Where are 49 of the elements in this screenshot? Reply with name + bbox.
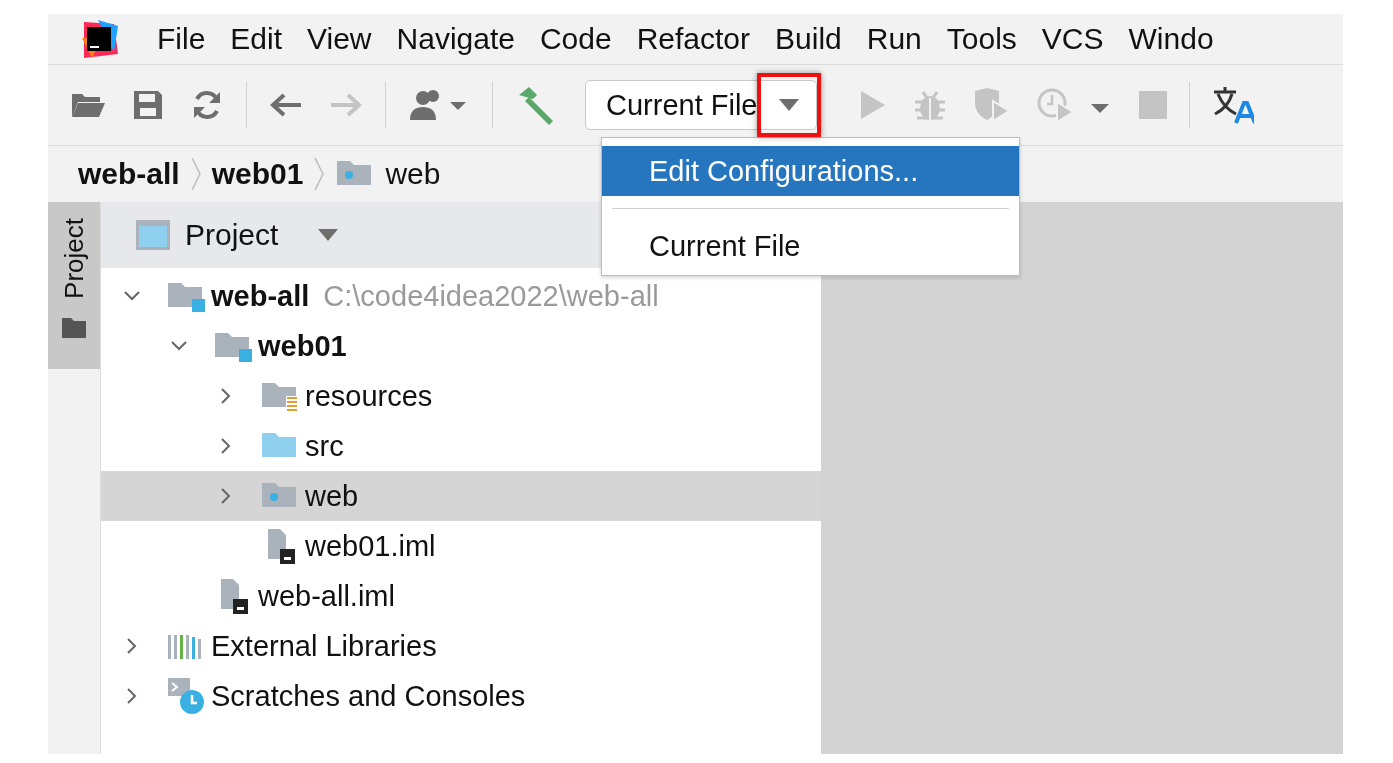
tree-row[interactable]: src <box>101 421 821 471</box>
scratch-clock-icon <box>166 676 206 716</box>
menu-item[interactable]: File <box>157 22 206 56</box>
tree-row[interactable]: web01 <box>101 321 821 371</box>
path-hint: C:\code4idea2022\web-all <box>323 279 659 313</box>
breadcrumb-item[interactable]: web01 <box>211 157 304 191</box>
tree-row[interactable]: web-all.iml <box>101 571 821 621</box>
menu-item[interactable]: Edit Configurations... <box>602 146 1019 196</box>
caret-icon[interactable] <box>318 229 339 241</box>
panel-title[interactable]: Project <box>185 218 279 252</box>
tree-item-label: web01 <box>258 329 347 363</box>
folder-icon <box>61 316 87 339</box>
tree-item-label: External Libraries <box>211 629 437 663</box>
back-arrow-icon[interactable] <box>269 91 303 119</box>
breadcrumb-separator-icon <box>189 156 202 192</box>
tree-row[interactable]: web01.iml <box>101 521 821 571</box>
tree-item-label: resources <box>305 379 433 413</box>
tree-row[interactable]: resources <box>101 371 821 421</box>
breadcrumb-item[interactable]: web <box>385 157 441 191</box>
tree-row[interactable]: External Libraries <box>101 621 821 671</box>
tree-row[interactable]: web-all C:\code4idea2022\web-all <box>101 271 821 321</box>
window-panel-icon <box>135 219 171 251</box>
breadcrumb-item[interactable]: web-all <box>78 157 180 191</box>
menu-item[interactable]: Windo <box>1128 22 1214 56</box>
menu-item[interactable]: View <box>307 22 372 56</box>
tree-row[interactable]: web <box>101 471 821 521</box>
menu-item[interactable]: Current File <box>602 221 1019 271</box>
menu-item[interactable]: VCS <box>1041 22 1104 56</box>
tree-item-label: Scratches and Consoles <box>211 679 526 713</box>
menu-item[interactable]: Code <box>539 22 612 56</box>
tree-row[interactable]: Scratches and Consoles <box>101 671 821 721</box>
menu-item[interactable]: Tools <box>946 22 1017 56</box>
tree-item-label: web <box>305 479 359 513</box>
dropdown-button[interactable] <box>756 73 821 137</box>
tool-window-tab[interactable]: Project <box>48 202 100 369</box>
save-icon[interactable] <box>132 89 164 121</box>
menu-item[interactable]: Refactor <box>636 22 751 56</box>
tree-item-label: src <box>305 429 344 463</box>
menu-item[interactable]: Navigate <box>396 22 515 56</box>
tree-item-label: web-all.iml <box>258 579 395 613</box>
breadcrumb-separator-icon <box>313 156 326 192</box>
tree-item-label: web-all <box>211 279 310 313</box>
menu-item[interactable]: Build <box>775 22 842 56</box>
caret-icon <box>778 99 799 111</box>
tree-item-label: web01.iml <box>305 529 436 563</box>
translate-icon[interactable] <box>1211 86 1254 124</box>
menu-item[interactable]: Run <box>866 22 922 56</box>
menu-item[interactable]: Edit <box>230 22 283 56</box>
run-configuration-field[interactable]: Current File <box>585 80 817 130</box>
